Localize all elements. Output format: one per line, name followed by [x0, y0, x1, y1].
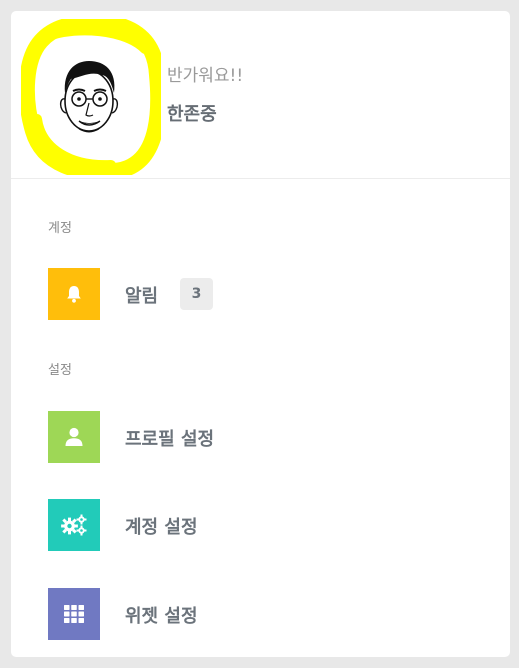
avatar[interactable] [21, 19, 161, 175]
bell-icon [48, 268, 100, 320]
menu-label-notifications: 알림 [125, 286, 159, 307]
greeting-text: 반가워요!! [167, 66, 244, 86]
menu-label-widget-settings: 위젯 설정 [125, 606, 198, 627]
menu-label-profile-settings: 프로필 설정 [125, 429, 215, 450]
notification-count-badge: 3 [180, 278, 213, 310]
menu-item-account-settings[interactable]: 계정 설정 [48, 499, 468, 551]
user-face-drawing-icon [21, 19, 161, 175]
grid-icon [48, 588, 100, 640]
section-title-account: 계정 [48, 221, 72, 236]
section-title-settings: 설정 [48, 363, 72, 378]
user-icon [48, 411, 100, 463]
menu-item-widget-settings[interactable]: 위젯 설정 [48, 588, 468, 640]
menu-item-notifications[interactable]: 알림 3 [48, 268, 468, 320]
menu-item-profile-settings[interactable]: 프로필 설정 [48, 411, 468, 463]
profile-header: 반가워요!! 한존중 [11, 11, 510, 179]
user-name: 한존중 [167, 104, 217, 125]
sidebar-card: 반가워요!! 한존중 계정 알림 3 설정 프로필 설정 계정 설정 위젯 설정 [11, 11, 510, 657]
menu-label-account-settings: 계정 설정 [125, 517, 198, 538]
gears-icon [48, 499, 100, 551]
